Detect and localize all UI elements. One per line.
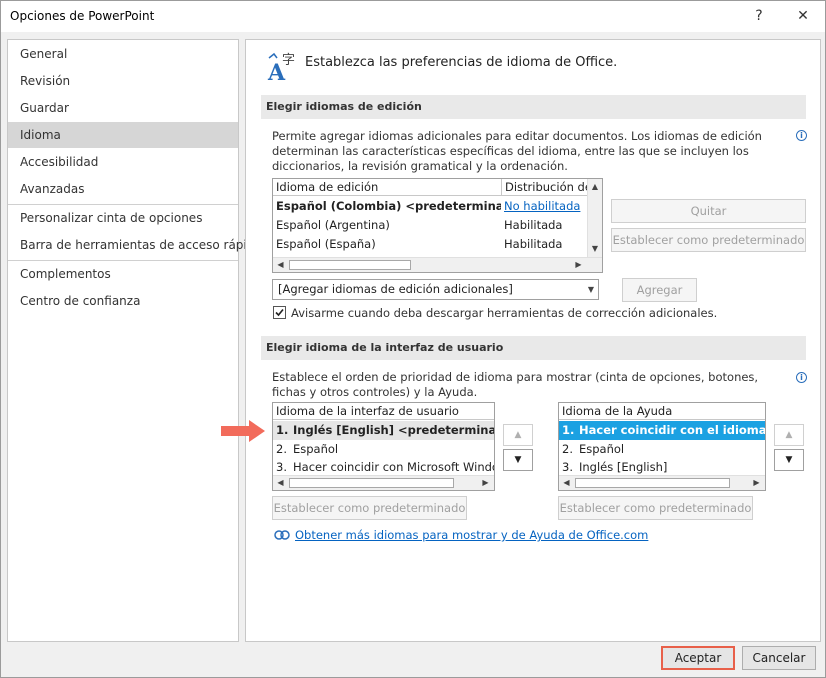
link-icon — [274, 530, 290, 540]
sidebar-item-revision[interactable]: Revisión — [8, 68, 238, 94]
display-language-list[interactable]: Idioma de la interfaz de usuario 1. Inglé… — [272, 402, 495, 491]
set-default-display-button[interactable]: Establecer como predeterminado — [272, 496, 467, 520]
sidebar-item-guardar[interactable]: Guardar — [8, 95, 238, 121]
column-header-editing-language[interactable]: Idioma de edición — [273, 179, 502, 196]
add-button[interactable]: Agregar — [622, 278, 697, 302]
title-bar: Opciones de PowerPoint ? ✕ — [1, 1, 825, 32]
red-arrow-icon — [221, 420, 265, 442]
move-up-button[interactable]: ▲ — [774, 424, 804, 446]
scroll-left-icon[interactable]: ◀ — [273, 476, 288, 490]
scroll-left-icon[interactable]: ◀ — [273, 258, 288, 272]
horizontal-scrollbar[interactable]: ◀ ▶ — [273, 475, 494, 490]
vertical-scrollbar[interactable]: ▲ ▼ — [587, 179, 602, 257]
horizontal-scrollbar[interactable]: ◀ ▶ — [559, 475, 765, 490]
chevron-down-icon: ▼ — [587, 285, 594, 294]
move-up-button[interactable]: ▲ — [503, 424, 533, 446]
close-button[interactable]: ✕ — [788, 4, 818, 28]
scroll-up-icon[interactable]: ▲ — [588, 179, 602, 194]
editing-description: Permite agregar idiomas adicionales para… — [272, 129, 762, 173]
keyboard-status: Habilitada — [504, 237, 563, 251]
sidebar-item-general[interactable]: General — [8, 41, 238, 67]
sidebar-item-personalizar-cinta[interactable]: Personalizar cinta de opciones — [8, 205, 238, 231]
info-icon[interactable]: i — [796, 372, 807, 383]
sidebar-item-idioma[interactable]: Idioma — [8, 122, 238, 148]
sidebar-item-accesibilidad[interactable]: Accesibilidad — [8, 149, 238, 175]
sidebar-item-centro-confianza[interactable]: Centro de confianza — [8, 288, 238, 314]
scroll-thumb[interactable] — [289, 478, 454, 488]
add-editing-language-combo[interactable]: [Agregar idiomas de edición adicionales]… — [272, 279, 599, 300]
help-language-row[interactable]: 2. Español — [559, 440, 765, 459]
help-button[interactable]: ? — [744, 4, 774, 28]
move-down-button[interactable]: ▼ — [503, 449, 533, 471]
ui-language-description: Establece el orden de prioridad de idiom… — [272, 370, 759, 399]
sidebar-item-complementos[interactable]: Complementos — [8, 261, 238, 287]
scroll-down-icon[interactable]: ▼ — [588, 241, 602, 256]
scroll-thumb[interactable] — [289, 260, 411, 270]
column-header-keyboard-layout[interactable]: Distribución de — [502, 179, 588, 196]
keyboard-status-link[interactable]: No habilitada — [504, 197, 588, 216]
ok-button[interactable]: Aceptar — [661, 646, 735, 670]
cancel-button[interactable]: Cancelar — [742, 646, 816, 670]
editing-language-row[interactable]: Español (España) — [276, 235, 501, 254]
section-editing-languages: Elegir idiomas de edición — [261, 95, 806, 119]
keyboard-status: Habilitada — [504, 218, 563, 232]
powerpoint-options-dialog: Opciones de PowerPoint ? ✕ General Revis… — [0, 0, 826, 678]
options-sidebar: General Revisión Guardar Idioma Accesibi… — [7, 39, 262, 642]
combo-value: [Agregar idiomas de edición adicionales] — [278, 282, 513, 296]
window-title: Opciones de PowerPoint — [10, 9, 155, 23]
column-header-help-language[interactable]: Idioma de la Ayuda — [559, 403, 765, 420]
language-icon: A 字 — [267, 52, 295, 82]
sidebar-item-avanzadas[interactable]: Avanzadas — [8, 176, 238, 202]
set-default-editing-button[interactable]: Establecer como predeterminado — [611, 228, 806, 252]
editing-language-row[interactable]: Español (Colombia) <predeterminado> — [276, 197, 501, 216]
page-heading: Establezca las preferencias de idioma de… — [305, 55, 618, 70]
svg-text:字: 字 — [282, 53, 295, 68]
notify-checkbox[interactable] — [273, 306, 286, 319]
more-languages-link[interactable]: Obtener más idiomas para mostrar y de Ay… — [295, 528, 648, 543]
editing-languages-list[interactable]: Idioma de edición Distribución de Españo… — [272, 178, 603, 273]
help-language-row-selected[interactable]: 1.Hacer coincidir con el idioma de la in… — [559, 421, 765, 440]
scroll-right-icon[interactable]: ▶ — [478, 476, 493, 490]
info-icon[interactable]: i — [796, 130, 807, 141]
horizontal-scrollbar[interactable]: ◀ ▶ — [273, 257, 602, 272]
scroll-left-icon[interactable]: ◀ — [559, 476, 574, 490]
help-language-list[interactable]: Idioma de la Ayuda 1. Hacer coincidir con… — [558, 402, 766, 491]
scroll-right-icon[interactable]: ▶ — [749, 476, 764, 490]
section-ui-language: Elegir idioma de la interfaz de usuario — [261, 336, 806, 360]
display-language-row[interactable]: 1.Inglés [English] <predeterminado> — [273, 421, 494, 440]
set-default-help-button[interactable]: Establecer como predeterminado — [558, 496, 753, 520]
editing-language-row[interactable]: Español (Argentina) — [276, 216, 501, 235]
language-options-panel: A 字 Establezca las preferencias de idiom… — [245, 39, 821, 642]
display-language-row[interactable]: 2. Español — [273, 440, 494, 459]
remove-button[interactable]: Quitar — [611, 199, 806, 223]
column-header-ui-language[interactable]: Idioma de la interfaz de usuario — [273, 403, 494, 420]
sidebar-item-barra-acceso-rapido[interactable]: Barra de herramientas de acceso rápido — [8, 232, 262, 258]
move-down-button[interactable]: ▼ — [774, 449, 804, 471]
scroll-thumb[interactable] — [575, 478, 730, 488]
scroll-right-icon[interactable]: ▶ — [571, 258, 586, 272]
checkmark-icon — [275, 308, 284, 317]
notify-checkbox-label: Avisarme cuando deba descargar herramien… — [291, 306, 718, 320]
